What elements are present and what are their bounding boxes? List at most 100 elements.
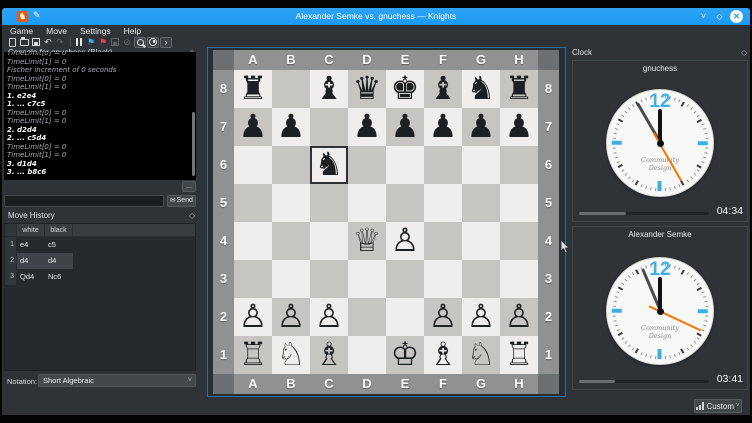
square-e8[interactable]: ♚ [386,70,424,108]
move-history-table[interactable]: white black 1e4c52d4d43Qd4Nc6 [4,223,196,371]
square-d7[interactable]: ♟ [348,108,386,146]
white-move-cell[interactable]: d4 [17,253,45,269]
white-move-cell[interactable]: e4 [17,237,45,253]
square-h7[interactable]: ♟ [500,108,538,146]
square-g2[interactable]: ♙ [462,298,500,336]
square-a1[interactable]: ♖ [234,336,272,374]
square-h1[interactable]: ♖ [500,336,538,374]
square-a8[interactable]: ♜ [234,70,272,108]
square-e7[interactable]: ♟ [386,108,424,146]
square-b8[interactable] [272,70,310,108]
square-f1[interactable]: ♗ [424,336,462,374]
square-d3[interactable] [348,260,386,298]
square-e5[interactable] [386,184,424,222]
square-e2[interactable] [386,298,424,336]
square-a6[interactable] [234,146,272,184]
menu-settings[interactable]: Settings [80,26,111,36]
square-h8[interactable]: ♜ [500,70,538,108]
square-g6[interactable] [462,146,500,184]
square-a7[interactable]: ♟ [234,108,272,146]
save-button[interactable] [31,37,41,48]
square-c5[interactable] [310,184,348,222]
square-b7[interactable]: ♟ [272,108,310,146]
pause-button[interactable] [74,37,84,48]
square-g4[interactable] [462,222,500,260]
close-button[interactable]: ✕ [730,10,743,23]
square-a5[interactable] [234,184,272,222]
square-d5[interactable] [348,184,386,222]
save-as-button[interactable] [110,37,120,48]
square-b4[interactable] [272,222,310,260]
square-a2[interactable]: ♙ [234,298,272,336]
square-e3[interactable] [386,260,424,298]
console-scrollbar[interactable] [192,112,195,176]
square-c7[interactable] [310,108,348,146]
maximize-button[interactable]: ◇ [713,10,726,23]
square-h3[interactable] [500,260,538,298]
square-f6[interactable] [424,146,462,184]
square-b6[interactable] [272,146,310,184]
propose-draw-button[interactable]: ⚑ [86,37,96,48]
menu-help[interactable]: Help [124,26,141,36]
black-move-cell[interactable]: Nc6 [45,269,73,285]
show-console-button[interactable] [134,37,146,48]
square-c3[interactable] [310,260,348,298]
square-h6[interactable] [500,146,538,184]
square-d1[interactable] [348,336,386,374]
minimize-button[interactable]: ˅ [697,10,710,23]
square-c2[interactable]: ♙ [310,298,348,336]
show-clock-button[interactable] [147,37,159,48]
black-move-cell[interactable]: c5 [45,237,73,253]
square-d2[interactable] [348,298,386,336]
redo-button[interactable]: ↷ [55,37,65,48]
square-b5[interactable] [272,184,310,222]
square-a4[interactable] [234,222,272,260]
square-b2[interactable]: ♙ [272,298,310,336]
square-f8[interactable]: ♝ [424,70,462,108]
square-e4[interactable]: ♙ [386,222,424,260]
float-dock-icon[interactable]: ◇ [741,48,747,57]
menu-game[interactable]: Game [10,26,33,36]
square-h4[interactable] [500,222,538,260]
square-d6[interactable] [348,146,386,184]
square-h5[interactable] [500,184,538,222]
time-progress-slider[interactable] [579,212,709,215]
square-c4[interactable] [310,222,348,260]
undo-button[interactable]: ↶ [43,37,53,48]
square-f4[interactable] [424,222,462,260]
square-b3[interactable] [272,260,310,298]
square-g8[interactable]: ♞ [462,70,500,108]
console-input[interactable] [4,195,164,207]
square-e1[interactable]: ♔ [386,336,424,374]
menu-move[interactable]: Move [46,26,67,36]
square-f5[interactable] [424,184,462,222]
console-log[interactable]: TimeLimit[0] = 0TimeLimit[1] = 0Fischer … [4,52,196,180]
square-f2[interactable]: ♙ [424,298,462,336]
open-button[interactable] [19,37,29,48]
send-button[interactable]: ✉Send [167,195,196,207]
square-a3[interactable] [234,260,272,298]
square-g7[interactable]: ♟ [462,108,500,146]
adjourn-button[interactable]: ⊘ [122,37,132,48]
resign-button[interactable]: ⚑ [98,37,108,48]
white-column-header[interactable]: white [17,224,45,236]
black-column-header[interactable]: black [45,224,73,236]
square-c1[interactable]: ♗ [310,336,348,374]
square-b1[interactable]: ♘ [272,336,310,374]
titlebar[interactable]: ♞ ✎ Alexander Semke vs. gnuchess — Knigh… [2,8,750,25]
new-game-button[interactable] [7,37,17,48]
square-f3[interactable] [424,260,462,298]
square-c6[interactable]: ♞ [310,146,348,184]
notation-combobox[interactable]: Short Algebraic ˅ [38,374,196,387]
black-move-cell[interactable]: d4 [45,253,73,269]
square-g5[interactable] [462,184,500,222]
square-c8[interactable]: ♝ [310,70,348,108]
time-progress-slider[interactable] [579,380,709,383]
difficulty-custom-button[interactable]: Custom ˅ [694,399,742,413]
white-move-cell[interactable]: Qd4 [17,269,45,285]
square-h2[interactable]: ♙ [500,298,538,336]
square-d4[interactable]: ♕ [348,222,386,260]
square-g1[interactable]: ♘ [462,336,500,374]
toolbar-overflow-button[interactable]: › [160,37,172,48]
console-more-button[interactable]: ... [182,181,196,192]
